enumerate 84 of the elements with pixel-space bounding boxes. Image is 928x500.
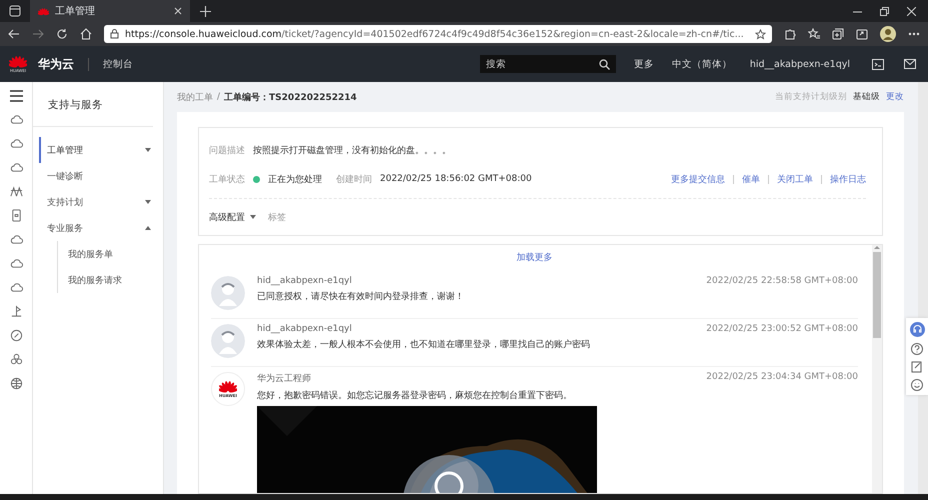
sidebar-subitem[interactable]: 我的服务请求: [58, 267, 163, 293]
tab-actions-icon[interactable]: [8, 4, 22, 18]
search-icon[interactable]: [598, 58, 610, 70]
edit-icon[interactable]: [911, 361, 923, 373]
breadcrumb-separator: /: [217, 92, 220, 102]
comment-time: 2022/02/25 23:00:52 GMT+08:00: [706, 324, 858, 334]
comment-author: hid__akabpexn-e1qyl: [257, 276, 352, 286]
comment-time: 2022/02/25 23:04:34 GMT+08:00: [706, 372, 858, 384]
header-link[interactable]: 中文（简体）: [672, 58, 732, 70]
bridge-icon[interactable]: [10, 185, 22, 198]
comment-author: 华为云工程师: [257, 372, 311, 385]
cloud-icon[interactable]: [10, 233, 22, 246]
cluster-icon[interactable]: [10, 353, 22, 366]
header-link[interactable]: 更多: [634, 58, 654, 70]
sidebar-item[interactable]: 一键诊断: [33, 163, 163, 189]
smile-icon[interactable]: [911, 379, 923, 391]
restore-icon[interactable]: [880, 6, 889, 16]
cloud-icon[interactable]: [10, 137, 22, 150]
headset-icon[interactable]: [910, 322, 924, 337]
console-link[interactable]: 控制台: [88, 58, 133, 70]
comment-text: 已同意授权，请尽快在有效时间内登录排查，谢谢！: [257, 290, 465, 303]
comment-author: hid__akabpexn-e1qyl: [257, 324, 352, 334]
created-time: 2022/02/25 18:56:02 GMT+08:00: [380, 174, 532, 184]
home-icon[interactable]: [80, 28, 92, 40]
status-text: 正在为您处理: [268, 174, 322, 186]
comment-text: 您好，抱歉密码错误。如您忘记服务器登录密码，麻烦您在控制台重置下密码。: [257, 389, 573, 402]
field-label: 创建时间: [336, 174, 372, 186]
terminal-icon[interactable]: [872, 58, 884, 70]
breadcrumb-current: 工单编号：TS202202252214: [224, 91, 357, 104]
action-link[interactable]: 关闭工单: [777, 172, 813, 186]
close-icon[interactable]: [907, 6, 916, 16]
new-tab-icon[interactable]: [200, 6, 211, 16]
huawei-logo: [38, 6, 49, 16]
brand-name[interactable]: 华为云: [38, 56, 74, 72]
cloud-icon[interactable]: [10, 257, 22, 270]
scrollbar[interactable]: [872, 245, 882, 493]
change-link[interactable]: 更改: [886, 91, 904, 103]
description-text: 按照提示打开磁盘管理，没有初始化的盘。。。。: [253, 144, 451, 156]
share-icon[interactable]: [856, 28, 868, 40]
avatar-icon: [211, 276, 245, 310]
circle-icon[interactable]: [10, 329, 22, 342]
globe-icon[interactable]: [10, 377, 22, 390]
field-label: 问题描述: [209, 144, 245, 156]
comment-text: 效果体验太差，一般人根本不会使用，也不知道在哪里登录，哪里找自己的账户密码: [257, 338, 591, 351]
comment-time: 2022/02/25 22:58:58 GMT+08:00: [706, 276, 858, 286]
more-icon[interactable]: [908, 32, 920, 36]
plan-value: 基础级: [853, 91, 880, 103]
cloud-icon[interactable]: [10, 161, 22, 174]
cloud-icon[interactable]: [10, 113, 22, 126]
lock-icon: [110, 29, 119, 39]
scroll-up-icon[interactable]: [874, 245, 880, 250]
help-icon[interactable]: [911, 343, 923, 355]
device-icon[interactable]: [10, 209, 22, 222]
field-label: 工单状态: [209, 174, 245, 186]
collections-icon[interactable]: [832, 28, 844, 40]
action-link[interactable]: 催单: [742, 172, 760, 186]
address-field[interactable]: https://console.huaweicloud.com/ticket/?agencyId=401502edf6724c4f9c49d8f54c36e152&region=cn-east-2&locale=zh-cn#/tic...: [104, 25, 772, 43]
profile-avatar-icon[interactable]: [880, 26, 896, 42]
menu-icon[interactable]: [10, 90, 22, 102]
sidebar-item[interactable]: 支持计划: [33, 189, 163, 215]
puzzle-icon[interactable]: [784, 28, 796, 40]
sidebar-item[interactable]: 专业服务: [33, 215, 163, 241]
cloud-icon[interactable]: [10, 281, 22, 294]
close-icon[interactable]: [174, 7, 182, 15]
reload-icon[interactable]: [56, 28, 68, 40]
advanced-dropdown[interactable]: 高级配置: [209, 210, 256, 224]
url-text: https://console.huaweicloud.com/ticket/?agencyId=401502edf6724c4f9c49d8f54c36e152&region=cn-east-2&locale=zh-cn#/tic...: [125, 28, 745, 40]
favorite-star-icon[interactable]: [755, 28, 766, 40]
avatar-icon: [211, 324, 245, 358]
favorites-icon[interactable]: [808, 28, 820, 40]
action-link[interactable]: 更多提交信息: [671, 172, 725, 186]
plan-label: 当前支持计划级别: [775, 91, 847, 103]
action-link[interactable]: 操作日志: [830, 172, 866, 186]
search-field[interactable]: 搜索: [480, 55, 616, 73]
load-more-link[interactable]: 加载更多: [516, 253, 552, 263]
browser-tab[interactable]: 工单管理: [30, 0, 190, 22]
header-link[interactable]: hid__akabpexn-e1qyl: [750, 58, 850, 70]
sidebar-subitem[interactable]: 我的服务单: [58, 241, 163, 267]
sidebar-title: 支持与服务: [33, 82, 153, 127]
sidebar-item[interactable]: 工单管理: [39, 137, 163, 163]
forward-icon[interactable]: [32, 28, 44, 40]
back-icon[interactable]: [8, 28, 20, 40]
flag-icon[interactable]: [10, 305, 22, 318]
mail-icon[interactable]: [904, 59, 916, 69]
